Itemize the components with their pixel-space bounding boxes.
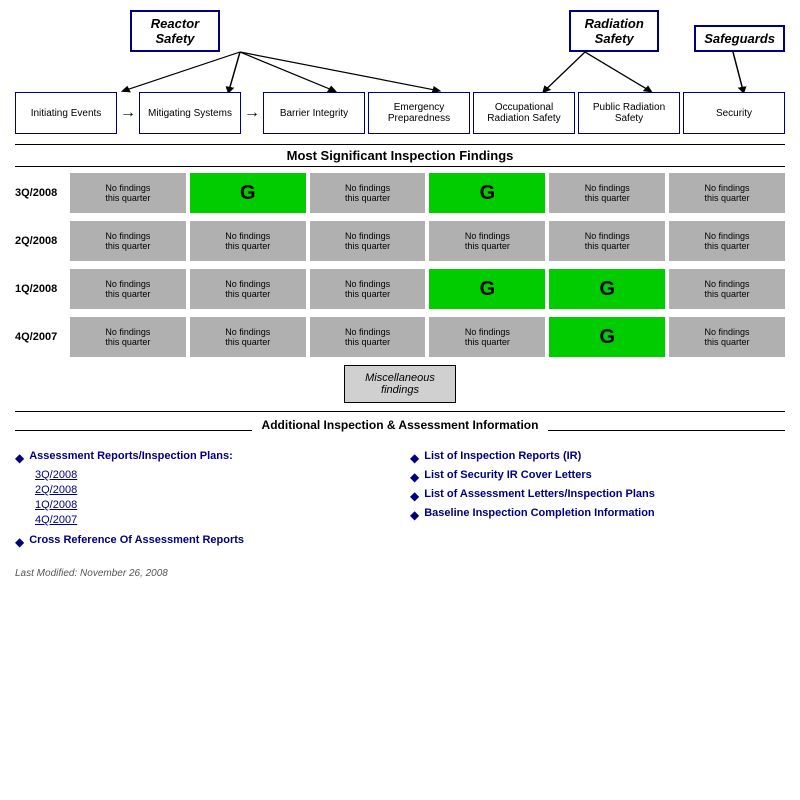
finding-1q2008-5: G <box>549 269 665 309</box>
subcategory-emergency-preparedness: Emergency Preparedness <box>368 92 470 134</box>
finding-4q2007-4: No findingsthis quarter <box>429 317 545 357</box>
quarter-label-4q2007: 4Q/2007 <box>15 331 70 343</box>
assessment-reports-heading[interactable]: Assessment Reports/Inspection Plans: <box>29 450 233 462</box>
security-ir-link[interactable]: List of Security IR Cover Letters <box>424 469 592 481</box>
misc-findings-box[interactable]: Miscellaneousfindings <box>344 365 456 403</box>
diamond-icon-6: ◆ <box>410 508 419 522</box>
diamond-icon-4: ◆ <box>410 470 419 484</box>
finding-1q2008-1: No findingsthis quarter <box>70 269 186 309</box>
page-container: ReactorSafety RadiationSafety Safeguards <box>0 0 800 589</box>
link-3q2008[interactable]: 3Q/2008 <box>35 469 390 481</box>
cross-reference-item: ◆ Cross Reference Of Assessment Reports <box>15 534 390 549</box>
finding-2q2008-5: No findingsthis quarter <box>549 221 665 261</box>
ir-link-item: ◆ List of Inspection Reports (IR) <box>410 450 785 465</box>
additional-title: Additional Inspection & Assessment Infor… <box>252 418 549 432</box>
quarter-label-2q2008: 2Q/2008 <box>15 235 70 247</box>
finding-2q2008-4: No findingsthis quarter <box>429 221 545 261</box>
misc-box-row: Miscellaneousfindings <box>15 365 785 403</box>
finding-1q2008-2: No findingsthis quarter <box>190 269 306 309</box>
most-significant-title: Most Significant Inspection Findings <box>15 144 785 167</box>
finding-2q2008-1: No findingsthis quarter <box>70 221 186 261</box>
baseline-link[interactable]: Baseline Inspection Completion Informati… <box>424 507 654 519</box>
reactor-safety-box: ReactorSafety <box>130 10 220 52</box>
ir-link[interactable]: List of Inspection Reports (IR) <box>424 450 581 462</box>
finding-2q2008-6: No findingsthis quarter <box>669 221 785 261</box>
diamond-icon-1: ◆ <box>15 451 24 465</box>
findings-cells-4q2007: No findingsthis quarter No findingsthis … <box>70 317 785 357</box>
connector-svg <box>15 52 785 92</box>
finding-2q2008-3: No findingsthis quarter <box>310 221 426 261</box>
finding-1q2008-6: No findingsthis quarter <box>669 269 785 309</box>
finding-4q2007-1: No findingsthis quarter <box>70 317 186 357</box>
subcategory-public-radiation: Public Radiation Safety <box>578 92 680 134</box>
assessment-letters-link-item: ◆ List of Assessment Letters/Inspection … <box>410 488 785 503</box>
arrow-1: → <box>120 104 136 122</box>
radiation-safety-box: RadiationSafety <box>569 10 659 52</box>
finding-2q2008-2: No findingsthis quarter <box>190 221 306 261</box>
diamond-icon-5: ◆ <box>410 489 419 503</box>
findings-cells-1q2008: No findingsthis quarter No findingsthis … <box>70 269 785 309</box>
arrow-2: → <box>244 104 260 122</box>
subcategory-barrier-integrity: Barrier Integrity <box>263 92 365 134</box>
subcategory-security: Security <box>683 92 785 134</box>
additional-right-col: ◆ List of Inspection Reports (IR) ◆ List… <box>410 450 785 553</box>
subcategory-occupational-radiation: Occupational Radiation Safety <box>473 92 575 134</box>
cross-reference-link[interactable]: Cross Reference Of Assessment Reports <box>29 534 244 546</box>
findings-row-3q2008: 3Q/2008 No findingsthis quarter G No fin… <box>15 173 785 213</box>
findings-grid: 3Q/2008 No findingsthis quarter G No fin… <box>15 173 785 357</box>
finding-3q2008-6: No findingsthis quarter <box>669 173 785 213</box>
security-ir-link-item: ◆ List of Security IR Cover Letters <box>410 469 785 484</box>
diamond-icon-2: ◆ <box>15 535 24 549</box>
additional-section: Additional Inspection & Assessment Infor… <box>15 411 785 553</box>
finding-4q2007-6: No findingsthis quarter <box>669 317 785 357</box>
finding-4q2007-5: G <box>549 317 665 357</box>
link-4q2007[interactable]: 4Q/2007 <box>35 514 390 526</box>
subcategory-row: Initiating Events → Mitigating Systems →… <box>15 92 785 134</box>
finding-3q2008-2: G <box>190 173 306 213</box>
quarter-label-3q2008: 3Q/2008 <box>15 187 70 199</box>
diamond-icon-3: ◆ <box>410 451 419 465</box>
finding-3q2008-5: No findingsthis quarter <box>549 173 665 213</box>
subcategory-mitigating-systems: Mitigating Systems <box>139 92 241 134</box>
finding-3q2008-4: G <box>429 173 545 213</box>
last-modified: Last Modified: November 26, 2008 <box>15 568 785 579</box>
additional-left-col: ◆ Assessment Reports/Inspection Plans: 3… <box>15 450 390 553</box>
link-2q2008[interactable]: 2Q/2008 <box>35 484 390 496</box>
finding-4q2007-2: No findingsthis quarter <box>190 317 306 357</box>
findings-row-2q2008: 2Q/2008 No findingsthis quarter No findi… <box>15 221 785 261</box>
findings-row-1q2008: 1Q/2008 No findingsthis quarter No findi… <box>15 269 785 309</box>
finding-3q2008-3: No findingsthis quarter <box>310 173 426 213</box>
quarter-label-1q2008: 1Q/2008 <box>15 283 70 295</box>
findings-row-4q2007: 4Q/2007 No findingsthis quarter No findi… <box>15 317 785 357</box>
misc-findings-label: Miscellaneousfindings <box>365 372 435 396</box>
baseline-link-item: ◆ Baseline Inspection Completion Informa… <box>410 507 785 522</box>
finding-3q2008-1: No findingsthis quarter <box>70 173 186 213</box>
finding-1q2008-3: No findingsthis quarter <box>310 269 426 309</box>
findings-cells-2q2008: No findingsthis quarter No findingsthis … <box>70 221 785 261</box>
safeguards-box: Safeguards <box>694 25 785 52</box>
assessment-letters-link[interactable]: List of Assessment Letters/Inspection Pl… <box>424 488 655 500</box>
header-diagram: ReactorSafety RadiationSafety Safeguards <box>15 10 785 134</box>
additional-columns: ◆ Assessment Reports/Inspection Plans: 3… <box>15 450 785 553</box>
findings-cells-3q2008: No findingsthis quarter G No findingsthi… <box>70 173 785 213</box>
assessment-reports-heading-item: ◆ Assessment Reports/Inspection Plans: <box>15 450 390 465</box>
link-1q2008[interactable]: 1Q/2008 <box>35 499 390 511</box>
subcategory-initiating-events: Initiating Events <box>15 92 117 134</box>
finding-1q2008-4: G <box>429 269 545 309</box>
finding-4q2007-3: No findingsthis quarter <box>310 317 426 357</box>
